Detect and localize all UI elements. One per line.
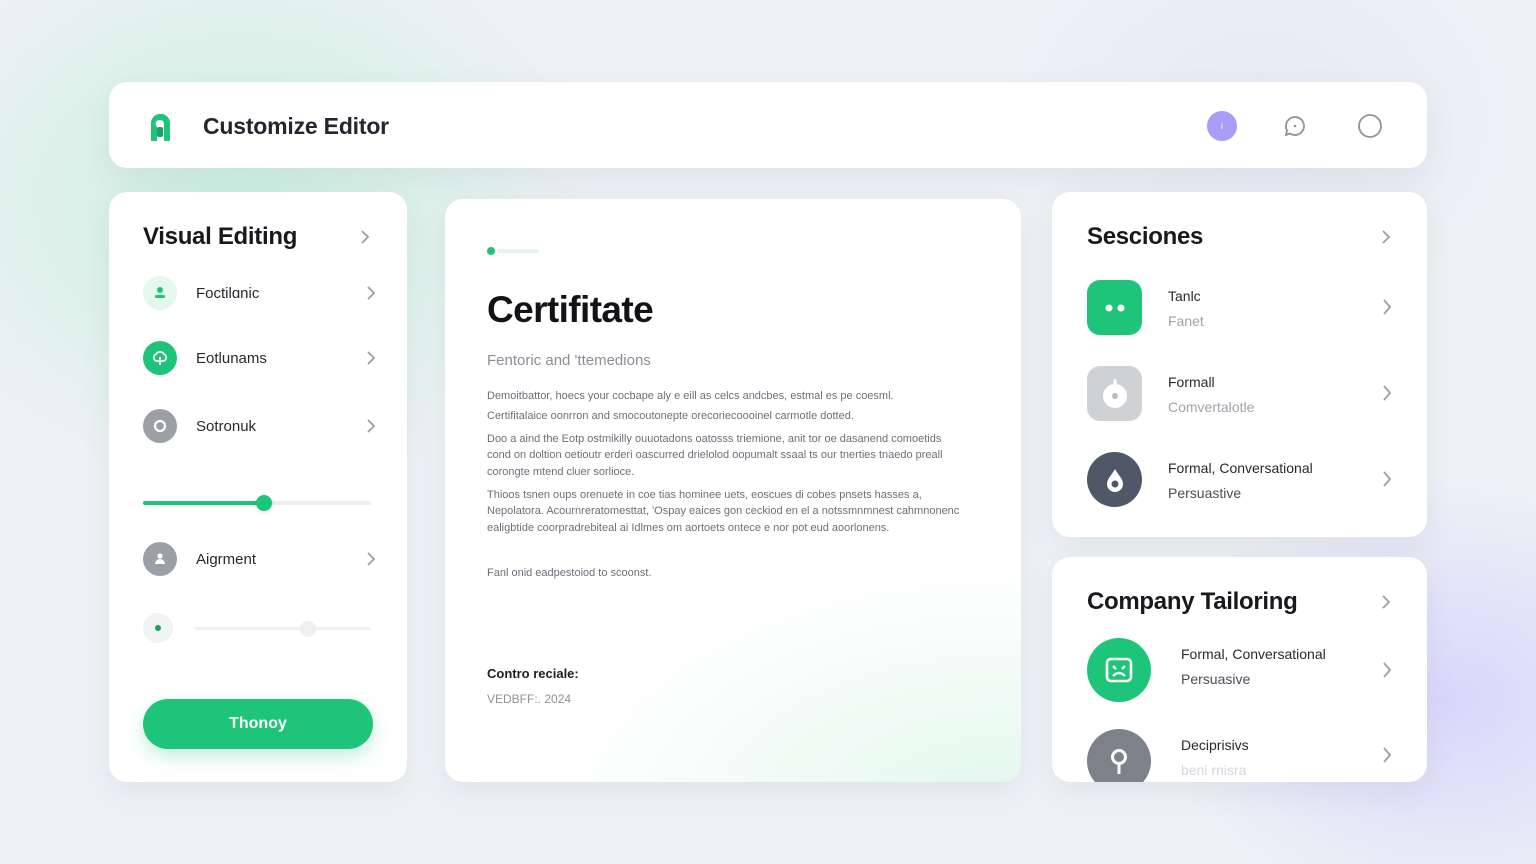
row-subtitle: Persuastive bbox=[1168, 485, 1242, 501]
avatar-initial: i bbox=[1221, 121, 1223, 131]
left-item-label: Eotlunams bbox=[196, 350, 267, 367]
chevron-right-icon bbox=[1379, 471, 1395, 487]
session-row[interactable]: Formall Comvertalotle bbox=[1087, 366, 1397, 424]
row-subtitle: Fanet bbox=[1168, 313, 1204, 329]
row-title: Formall bbox=[1168, 374, 1215, 390]
lock-icon bbox=[1087, 366, 1142, 421]
slider-fill bbox=[143, 501, 264, 505]
accent-dot bbox=[487, 247, 495, 255]
image-frame-icon bbox=[1087, 638, 1151, 702]
status-circle-icon[interactable] bbox=[1355, 111, 1385, 141]
panel-title: Visual Editing bbox=[143, 223, 298, 250]
alignment-label: Aigrment bbox=[196, 551, 257, 568]
chat-bubble-icon[interactable] bbox=[1280, 111, 1310, 141]
document-paragraph: Doo a aind the Eotp ostmikilly ouuotadon… bbox=[487, 433, 943, 478]
chevron-right-icon[interactable] bbox=[357, 229, 373, 245]
person-pin-icon bbox=[143, 276, 177, 310]
alignment-item[interactable]: Aigrment bbox=[143, 542, 379, 578]
chevron-right-icon[interactable] bbox=[1378, 594, 1394, 610]
chevron-right-icon bbox=[1379, 662, 1395, 678]
chevron-right-icon bbox=[363, 350, 379, 366]
row-title: Deciprisivs bbox=[1181, 737, 1249, 753]
document-accent-bar bbox=[487, 247, 539, 255]
panel-title: Company Tailoring bbox=[1087, 588, 1298, 615]
chevron-right-icon bbox=[363, 285, 379, 301]
secondary-slider[interactable] bbox=[195, 621, 371, 637]
row-title: Formal, Conversational bbox=[1168, 460, 1313, 476]
certificate-preview: Certifitate Fentoric and 'ttemedions Dem… bbox=[445, 199, 1021, 782]
left-item-label: Sotronuk bbox=[196, 418, 257, 435]
app-logo-icon bbox=[147, 111, 174, 142]
chevron-right-icon bbox=[363, 551, 379, 567]
left-item-3[interactable]: Sotronuk bbox=[143, 409, 379, 445]
left-item-1[interactable]: Foctilɑnic bbox=[143, 276, 379, 312]
secondary-slider-row bbox=[143, 613, 379, 643]
user-avatar[interactable]: i bbox=[1207, 111, 1237, 141]
dots-face-icon bbox=[1087, 280, 1142, 335]
dot-icon bbox=[143, 613, 173, 643]
chevron-right-icon bbox=[1379, 299, 1395, 315]
company-row[interactable]: Deciprisivs beni rnisra bbox=[1087, 729, 1397, 782]
document-footer-label: Contro reciale: bbox=[487, 666, 579, 681]
row-subtitle: Persuasive bbox=[1181, 671, 1251, 687]
app-title: Customize Editor bbox=[203, 113, 389, 139]
visual-editing-panel: Visual Editing Foctilɑnic Eotlunams Sotr… bbox=[109, 192, 407, 782]
row-title: Formal, Conversational bbox=[1181, 646, 1326, 662]
chevron-right-icon[interactable] bbox=[1378, 229, 1394, 245]
document-paragraph: Thioos tsnen oups orenuete in coe tias h… bbox=[487, 489, 960, 534]
cloud-upload-icon bbox=[143, 341, 177, 375]
map-pin-icon bbox=[1087, 729, 1151, 782]
person-icon bbox=[143, 542, 177, 576]
radio-target-icon bbox=[143, 409, 177, 443]
top-bar: Customize Editor i bbox=[109, 82, 1427, 168]
chevron-right-icon bbox=[1379, 747, 1395, 763]
row-title: Tanlc bbox=[1168, 288, 1201, 304]
chevron-right-icon bbox=[363, 418, 379, 434]
row-subtitle: beni rnisra bbox=[1181, 762, 1247, 778]
slider-handle[interactable] bbox=[255, 495, 272, 511]
document-date: VEDBFF:. 2024 bbox=[487, 692, 572, 706]
secondary-slider-handle[interactable] bbox=[299, 621, 316, 637]
document-paragraph: Certifitalaice oonrron and smocoutonepte… bbox=[487, 410, 854, 422]
document-paragraph: Fanl onid eadpestoiod to scoonst. bbox=[487, 567, 652, 579]
session-row[interactable]: Tanlc Fanet bbox=[1087, 280, 1397, 338]
session-row[interactable]: Formal, Conversational Persuastive bbox=[1087, 452, 1397, 510]
panel-title: Sesciones bbox=[1087, 223, 1204, 250]
accent-line bbox=[497, 249, 539, 253]
document-title: Certifitate bbox=[487, 289, 654, 330]
document-subtitle: Fentoric and 'ttemedions bbox=[487, 352, 651, 369]
chevron-right-icon bbox=[1379, 385, 1395, 401]
left-item-label: Foctilɑnic bbox=[196, 285, 260, 302]
row-subtitle: Comvertalotle bbox=[1168, 399, 1255, 415]
company-tailoring-panel: Company Tailoring Formal, Conversational… bbox=[1052, 557, 1427, 782]
left-item-2[interactable]: Eotlunams bbox=[143, 341, 379, 377]
sessions-panel: Sesciones Tanlc Fanet Formall Comvertalo… bbox=[1052, 192, 1427, 537]
primary-action-button[interactable]: Thonoy bbox=[143, 699, 373, 749]
main-slider[interactable] bbox=[143, 495, 371, 511]
document-paragraph: Demoitbattor, hoecs your cocbape aly e e… bbox=[487, 390, 894, 402]
droplet-icon bbox=[1087, 452, 1142, 507]
company-row[interactable]: Formal, Conversational Persuasive bbox=[1087, 638, 1397, 702]
